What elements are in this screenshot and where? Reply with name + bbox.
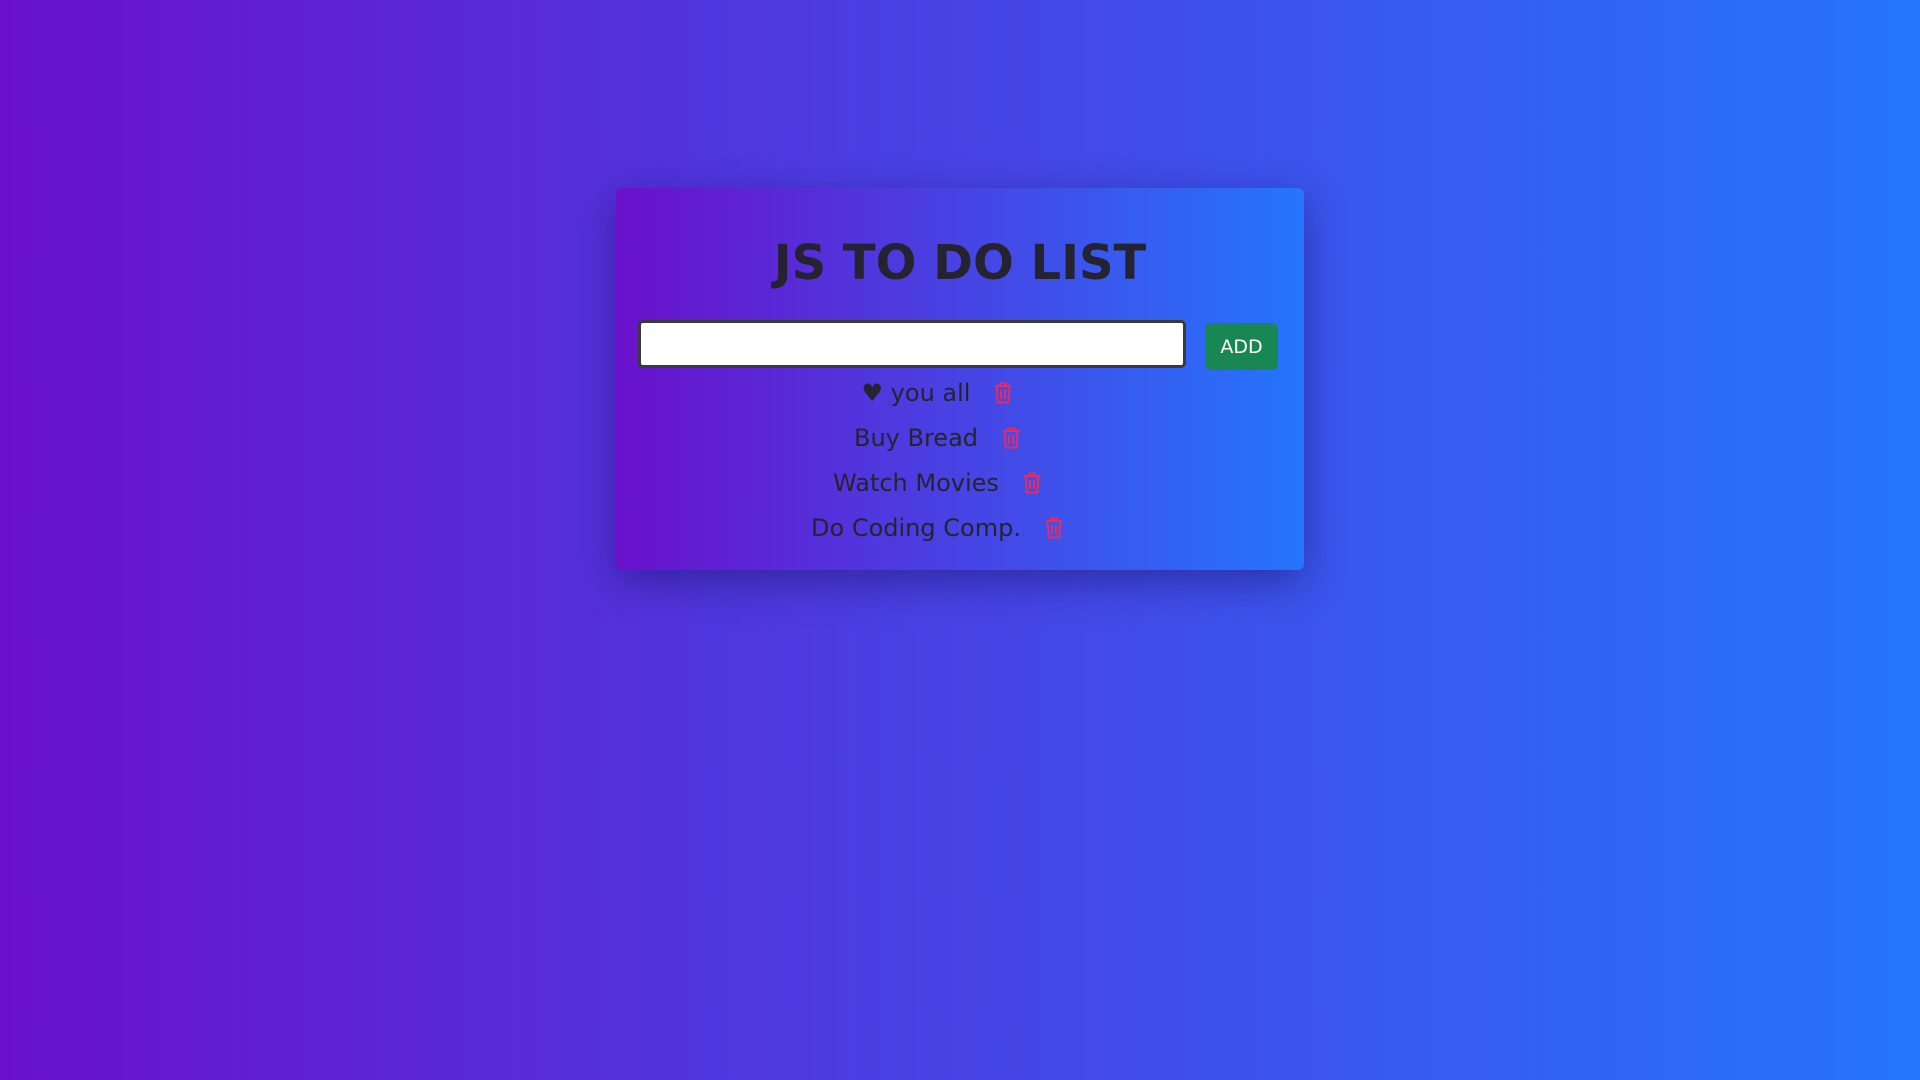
trash-icon[interactable] [1000,425,1022,451]
trash-icon[interactable] [1021,470,1043,496]
list-item: Buy Bread [616,415,1260,460]
todo-item-text: Buy Bread [853,423,979,452]
list-item: ♥ you all [616,370,1260,415]
todo-item-text: ♥ you all [861,378,971,407]
todo-item-text: Do Coding Comp. [811,513,1021,542]
trash-icon[interactable] [992,380,1014,406]
trash-icon[interactable] [1043,515,1065,541]
list-item: Watch Movies [616,460,1260,505]
add-button[interactable]: ADD [1205,323,1278,370]
todo-input[interactable] [638,320,1186,368]
page-title: JS TO DO LIST [773,235,1147,291]
list-item: Do Coding Comp. [616,505,1260,550]
todo-item-text: Watch Movies [833,468,999,497]
todo-list: ♥ you all Buy Bread Watch Movies Do Codi… [616,370,1260,550]
